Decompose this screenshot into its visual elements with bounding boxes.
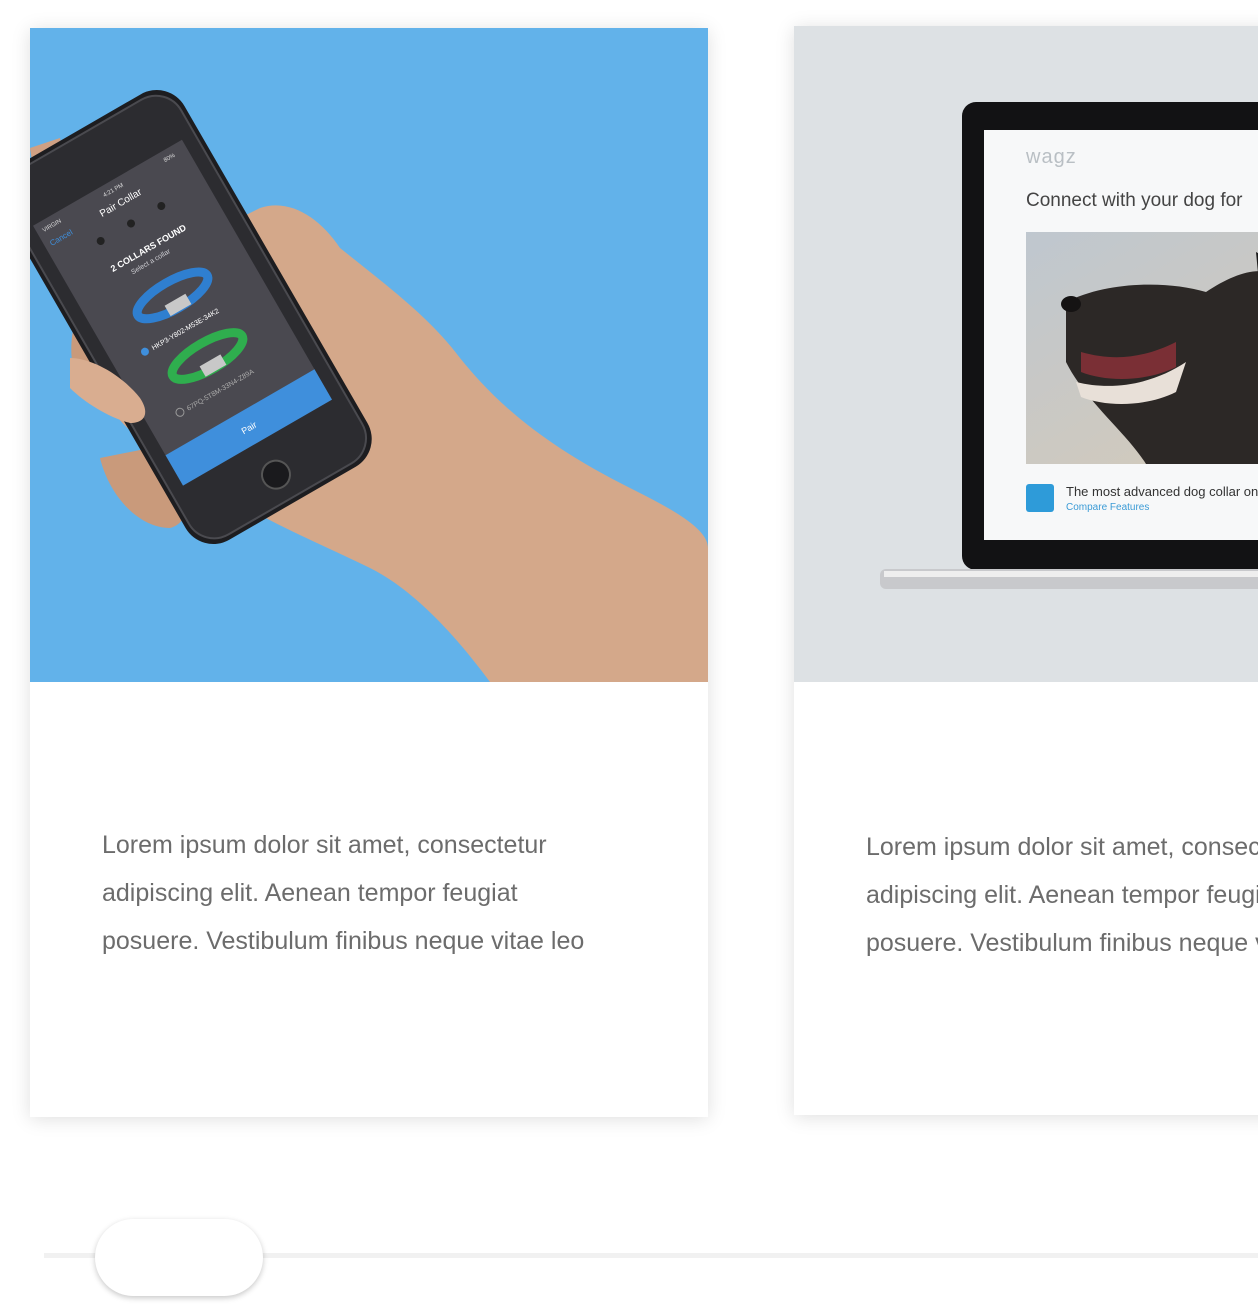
card-description-line: adipiscing elit. Aenean tempor feugiat [102,879,518,907]
card-description-line: adipiscing elit. Aenean tempor feugiat [866,881,1258,909]
website-preview: wagz Connect with your dog for The most … [984,130,1258,540]
promo-text: The most advanced dog collar on [1066,484,1258,499]
card-description: Lorem ipsum dolor sit amet, consectetur … [102,821,584,965]
card-description-line: posuere. Vestibulum finibus neque vitae … [866,929,1258,957]
feature-card-2: wagz Connect with your dog for The most … [794,26,1258,1115]
card-description: Lorem ipsum dolor sit amet, consectetur … [866,823,1258,967]
hero-heading: Connect with your dog for [1026,190,1243,211]
wagz-app-icon [1026,484,1054,512]
compare-features-link[interactable]: Compare Features [1066,502,1149,513]
card-description-line: Lorem ipsum dolor sit amet, consectetur [102,831,547,859]
dog-photo [1026,232,1258,464]
card-description-line: posuere. Vestibulum finibus neque vitae … [102,927,585,955]
carousel-scroll-handle[interactable] [95,1219,263,1296]
phone-illustration: VIRGIN 4:21 PM 80% Cancel Pair Collar 2 … [30,90,708,682]
feature-card-1: VIRGIN 4:21 PM 80% Cancel Pair Collar 2 … [30,28,708,1117]
wagz-logo: wagz [1026,146,1077,168]
phone-in-hand-image: VIRGIN 4:21 PM 80% Cancel Pair Collar 2 … [30,28,708,682]
laptop-image: wagz Connect with your dog for The most … [794,26,1258,682]
card-description-line: Lorem ipsum dolor sit amet, consectetur [866,833,1258,861]
